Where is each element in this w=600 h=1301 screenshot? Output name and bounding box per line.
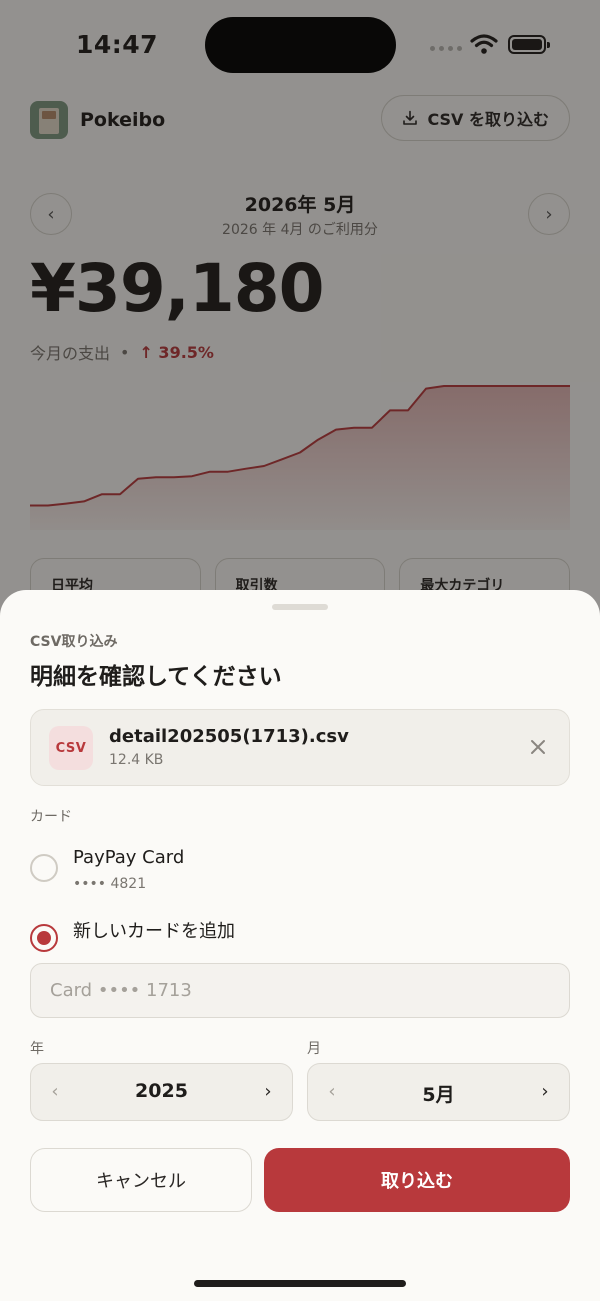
new-card-name-input[interactable]: [30, 963, 570, 1018]
year-stepper: ‹ 2025 ›: [30, 1063, 293, 1121]
file-name: detail202505(1713).csv: [109, 726, 349, 747]
sheet-eyebrow: CSV取り込み: [30, 634, 118, 650]
cancel-button[interactable]: キャンセル: [30, 1148, 252, 1212]
radio-unselected[interactable]: [30, 854, 58, 882]
year-increment-button[interactable]: ›: [248, 1064, 288, 1119]
month-increment-button[interactable]: ›: [525, 1064, 565, 1119]
sheet-title: 明細を確認してください: [30, 664, 282, 690]
home-indicator[interactable]: [194, 1280, 406, 1287]
chevron-right-icon: ›: [541, 1081, 549, 1102]
file-size: 12.4 KB: [109, 752, 164, 768]
sheet-grabber[interactable]: [272, 604, 328, 610]
month-stepper: ‹ 5月 ›: [307, 1063, 570, 1121]
radio-selected[interactable]: [30, 924, 58, 952]
card-section-label: カード: [30, 809, 72, 825]
card-option-new-card[interactable]: 新しいカードを追加: [30, 917, 570, 967]
month-label: 月: [307, 1041, 321, 1057]
card-option-title: PayPay Card: [73, 847, 185, 868]
import-button[interactable]: 取り込む: [264, 1148, 570, 1212]
csv-file-icon: CSV: [49, 726, 93, 770]
csv-import-sheet: CSV取り込み 明細を確認してください CSV detail202505(171…: [0, 590, 600, 1301]
chevron-right-icon: ›: [264, 1081, 272, 1102]
remove-file-button[interactable]: [525, 734, 551, 760]
card-option-paypay[interactable]: PayPay Card •••• 4821: [30, 847, 570, 897]
card-option-title: 新しいカードを追加: [73, 921, 235, 942]
close-icon: [531, 740, 545, 754]
year-label: 年: [30, 1041, 44, 1057]
selected-file-card: CSV detail202505(1713).csv 12.4 KB: [30, 709, 570, 786]
card-option-number: •••• 4821: [73, 876, 147, 892]
